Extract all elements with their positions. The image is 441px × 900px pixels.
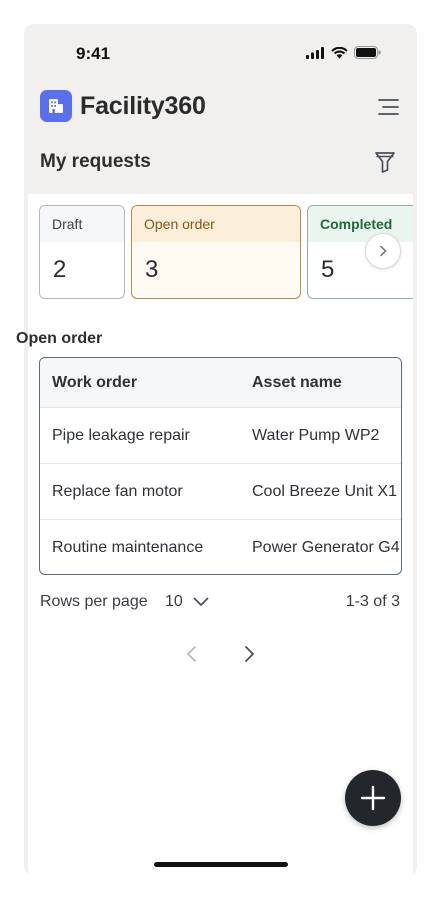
next-page-button[interactable]: [239, 642, 259, 666]
table-row[interactable]: Replace fan motor Cool Breeze Unit X1: [40, 464, 401, 520]
work-order-table: Work order Asset name Pipe leakage repai…: [39, 357, 402, 575]
plus-icon: [360, 785, 386, 811]
column-header-asset-name[interactable]: Asset name: [252, 374, 342, 392]
table-row[interactable]: Routine maintenance Power Generator G4: [40, 520, 401, 574]
status-card-open-order[interactable]: Open order 3: [131, 205, 301, 299]
card-count: 3: [145, 256, 159, 283]
chevron-left-icon: [187, 646, 196, 662]
building-icon: [49, 99, 63, 113]
card-label: Completed: [308, 206, 413, 242]
app-header: Facility360: [40, 90, 401, 124]
rows-per-page-select[interactable]: 10: [165, 593, 209, 611]
chevron-right-icon: [245, 646, 254, 662]
card-label: Open order: [132, 206, 300, 242]
previous-page-button[interactable]: [182, 642, 202, 666]
add-request-button[interactable]: [345, 770, 401, 826]
home-indicator: [154, 862, 288, 867]
wifi-icon: [331, 46, 348, 58]
table-row[interactable]: Pipe leakage repair Water Pump WP2: [40, 408, 401, 464]
status-bar: 9:41: [24, 24, 417, 82]
chevron-down-icon: [193, 597, 209, 606]
app-title: Facility360: [80, 92, 206, 120]
pagination-range: 1-3 of 3: [345, 593, 400, 610]
rows-per-page-value: 10: [165, 593, 183, 610]
asset-name-cell: Water Pump WP2: [252, 427, 380, 444]
work-order-cell: Replace fan motor: [52, 483, 183, 500]
filter-button[interactable]: [373, 149, 399, 177]
card-label: Draft: [40, 206, 124, 242]
status-icons: [306, 46, 381, 59]
battery-icon: [354, 46, 381, 59]
chevron-right-icon: [380, 245, 387, 257]
status-cards: Draft 2 Open order 3 Completed 5: [39, 205, 413, 301]
card-count: 2: [53, 256, 67, 283]
asset-name-cell: Power Generator G4: [252, 539, 400, 556]
work-order-cell: Pipe leakage repair: [52, 427, 190, 444]
table-section-label: Open order: [16, 330, 103, 347]
page-title: My requests: [40, 151, 151, 172]
section-header: My requests: [40, 149, 401, 177]
rows-per-page-label: Rows per page: [40, 593, 148, 610]
hamburger-menu-icon: [378, 99, 399, 115]
status-time: 9:41: [76, 44, 111, 63]
filter-icon: [375, 152, 395, 173]
app-logo: [40, 90, 72, 122]
signal-icon: [306, 46, 324, 59]
column-header-work-order[interactable]: Work order: [52, 374, 137, 392]
cards-scroll-right-button[interactable]: [365, 233, 401, 269]
status-card-draft[interactable]: Draft 2: [39, 205, 125, 299]
menu-button[interactable]: [375, 94, 401, 120]
pagination-bar: Rows per page 10 1-3 of 3: [40, 593, 401, 617]
table-header-row: Work order Asset name: [40, 358, 401, 408]
asset-name-cell: Cool Breeze Unit X1: [252, 483, 397, 500]
work-order-cell: Routine maintenance: [52, 539, 204, 556]
page-navigation: [0, 642, 441, 666]
